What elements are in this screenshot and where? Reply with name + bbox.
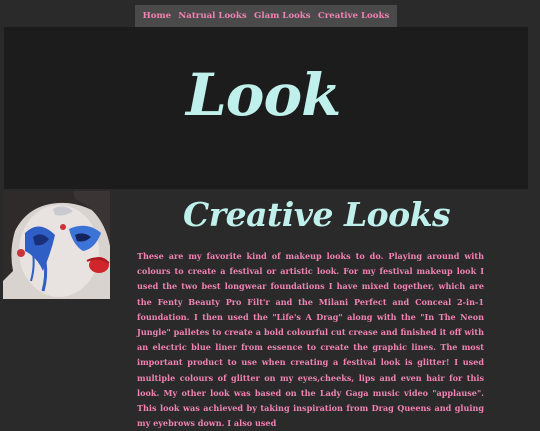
section-body-text: These are my favorite kind of makeup loo… bbox=[137, 251, 484, 429]
nav-creative-looks-link[interactable]: Creative Looks bbox=[318, 11, 389, 21]
nav-home-link[interactable]: Home bbox=[143, 11, 171, 21]
makeup-look-image bbox=[3, 191, 110, 299]
section-title: Creative Looks bbox=[183, 195, 451, 234]
nav-glam-looks-link[interactable]: Glam Looks bbox=[254, 11, 311, 21]
hero-title: Look bbox=[186, 61, 341, 129]
top-nav: Home Natrual Looks Glam Looks Creative L… bbox=[135, 5, 397, 27]
makeup-look-photo bbox=[3, 191, 110, 299]
nav-natural-looks-link[interactable]: Natrual Looks bbox=[178, 11, 246, 21]
